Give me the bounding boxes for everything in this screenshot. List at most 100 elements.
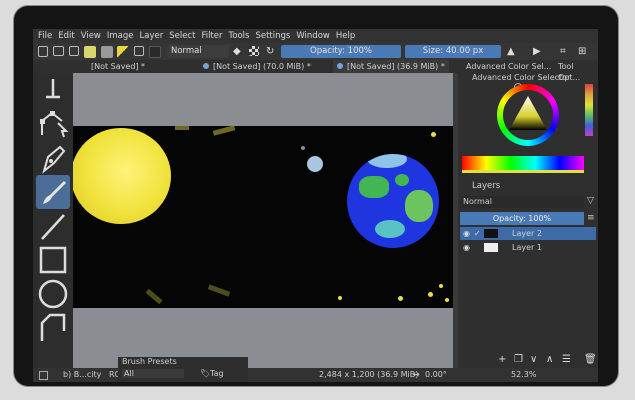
continent-shape: [375, 220, 405, 238]
filter-icon[interactable]: ▽: [587, 196, 594, 206]
eraser-icon[interactable]: ◆: [233, 46, 244, 57]
sun-ray: [145, 288, 163, 305]
tab-label: [Not Saved] (36.9 MiB) *: [347, 62, 445, 71]
tab-document-1[interactable]: [Not Saved] *: [91, 60, 145, 73]
opacity-slider[interactable]: Opacity: 100%: [281, 45, 401, 58]
save-icon[interactable]: [69, 46, 79, 56]
new-document-icon[interactable]: [38, 46, 48, 57]
duplicate-layer-icon[interactable]: ❐: [514, 354, 523, 365]
menu-layer[interactable]: Layer: [140, 31, 164, 41]
brush-mode-icon[interactable]: [39, 371, 48, 380]
image-size: 2,484 x 1,200 (36.9 MiB): [319, 370, 419, 379]
continent-shape: [405, 190, 433, 222]
size-slider[interactable]: Size: 40.00 px: [405, 45, 501, 58]
brush-tip-icon[interactable]: [149, 46, 161, 58]
mirror-vertical-icon[interactable]: ▶: [533, 46, 544, 57]
menu-icon[interactable]: ≡: [587, 213, 595, 223]
bezier-tool-icon[interactable]: [36, 107, 70, 141]
layer-properties-icon[interactable]: ☰: [562, 354, 571, 365]
transform-tool-icon[interactable]: [36, 75, 70, 109]
cloud-shape: [367, 154, 407, 168]
saturation-value-triangle[interactable]: [507, 94, 549, 134]
layer-row-layer-1[interactable]: ◉ Layer 1: [460, 241, 596, 254]
menu-window[interactable]: Window: [296, 31, 330, 41]
zoom-level[interactable]: 52.3%: [511, 368, 536, 382]
brush-presets-dock: Brush Presets All 🏷 Tag: [118, 357, 248, 382]
preserve-alpha-icon[interactable]: [249, 46, 259, 56]
menu-settings[interactable]: Settings: [255, 31, 290, 41]
menu-bar: File Edit View Image Layer Select Filter…: [33, 29, 598, 43]
add-layer-icon[interactable]: +: [498, 354, 506, 365]
layer-opacity-slider[interactable]: Opacity: 100%: [460, 212, 584, 225]
eye-icon[interactable]: ◉: [463, 227, 470, 240]
star-dot: [428, 292, 433, 297]
crop-icon[interactable]: ⌗: [560, 46, 571, 57]
tab-tool-options[interactable]: Tool Opt...: [558, 61, 598, 82]
freehand-brush-tool-button[interactable]: [36, 175, 70, 209]
toolbox: [33, 73, 73, 368]
menu-select[interactable]: Select: [169, 31, 195, 41]
line-tool-icon[interactable]: [36, 209, 70, 243]
layer-row-layer-2[interactable]: ◉ ✓ Layer 2: [460, 227, 596, 240]
rectangle-tool-icon[interactable]: [36, 243, 70, 277]
star-dot: [439, 284, 443, 288]
layer-blend-select[interactable]: Normal: [460, 196, 584, 208]
calligraphy-pen-icon[interactable]: [36, 141, 70, 175]
tab-document-2[interactable]: [Not Saved] (70.0 MiB) *: [203, 60, 311, 73]
menu-filter[interactable]: Filter: [201, 31, 222, 41]
menu-file[interactable]: File: [38, 31, 52, 41]
layer-name: Layer 2: [512, 229, 542, 238]
reload-icon[interactable]: ↻: [266, 46, 277, 57]
menu-help[interactable]: Help: [336, 31, 355, 41]
gradient-swatch-icon[interactable]: [117, 46, 129, 58]
document-tabs: [Not Saved] * [Not Saved] (70.0 MiB) * […: [33, 60, 461, 73]
star-dot: [445, 298, 449, 302]
color-selector-title: Advanced Color Selector: [472, 72, 570, 83]
earth-shape: [347, 154, 439, 248]
blend-mode-label: Normal: [463, 197, 492, 206]
moon-shape: [307, 156, 323, 172]
tab-label: [Not Saved] *: [91, 62, 146, 71]
panel-title: Brush Presets: [122, 357, 177, 366]
tool-options-bar: Normal ◆ ↻ Opacity: 100% Size: 40.00 px …: [33, 43, 598, 60]
polygon-tool-icon[interactable]: [36, 311, 70, 345]
star-dot: [301, 146, 305, 150]
artwork-canvas[interactable]: [73, 126, 453, 308]
color-shade-bar[interactable]: [462, 156, 584, 170]
brush-preset-icon[interactable]: [134, 46, 144, 56]
foreground-color-swatch[interactable]: [84, 46, 96, 58]
right-dock: Advanced Color Sel... Tool Opt... Advanc…: [458, 60, 598, 368]
wrap-around-icon[interactable]: ⊞: [578, 46, 589, 57]
hue-ring[interactable]: [497, 84, 559, 146]
color-shade-bar-2[interactable]: [462, 170, 584, 173]
rotation-icon: ↔: [413, 370, 420, 379]
mirror-horizontal-icon[interactable]: ▲: [507, 46, 518, 57]
canvas-area[interactable]: [73, 73, 458, 368]
delete-layer-icon[interactable]: 🗑: [584, 354, 597, 365]
menu-tools[interactable]: Tools: [229, 31, 250, 41]
layer-name: Layer 1: [512, 243, 542, 252]
check-icon[interactable]: ✓: [474, 227, 481, 240]
eye-icon[interactable]: ◉: [463, 241, 470, 254]
move-down-icon[interactable]: ∨: [530, 354, 537, 365]
menu-image[interactable]: Image: [107, 31, 134, 41]
move-up-icon[interactable]: ∧: [546, 354, 553, 365]
brush-name: b) B...city: [63, 370, 102, 379]
tab-label: Advanced Color Sel...: [466, 62, 552, 71]
panel-title: Layers: [472, 181, 501, 191]
color-history-strip[interactable]: [585, 84, 593, 136]
document-thumbnail-icon: [203, 63, 209, 69]
blend-mode-select[interactable]: Normal: [167, 45, 229, 58]
menu-edit[interactable]: Edit: [58, 31, 74, 41]
ellipse-tool-icon[interactable]: [36, 277, 70, 311]
tab-advanced-color-selector[interactable]: Advanced Color Sel...: [466, 61, 551, 72]
document-thumbnail-icon: [337, 63, 343, 69]
tag-button[interactable]: Tag: [210, 369, 224, 378]
preset-filter-select[interactable]: All: [122, 369, 184, 378]
size-label: Size: 40.00 px: [422, 46, 484, 56]
open-folder-icon[interactable]: [53, 46, 64, 56]
star-dot: [398, 296, 403, 301]
menu-view[interactable]: View: [81, 31, 101, 41]
pattern-swatch-icon[interactable]: [101, 46, 113, 58]
tab-document-3[interactable]: [Not Saved] (36.9 MiB) *: [333, 60, 449, 73]
